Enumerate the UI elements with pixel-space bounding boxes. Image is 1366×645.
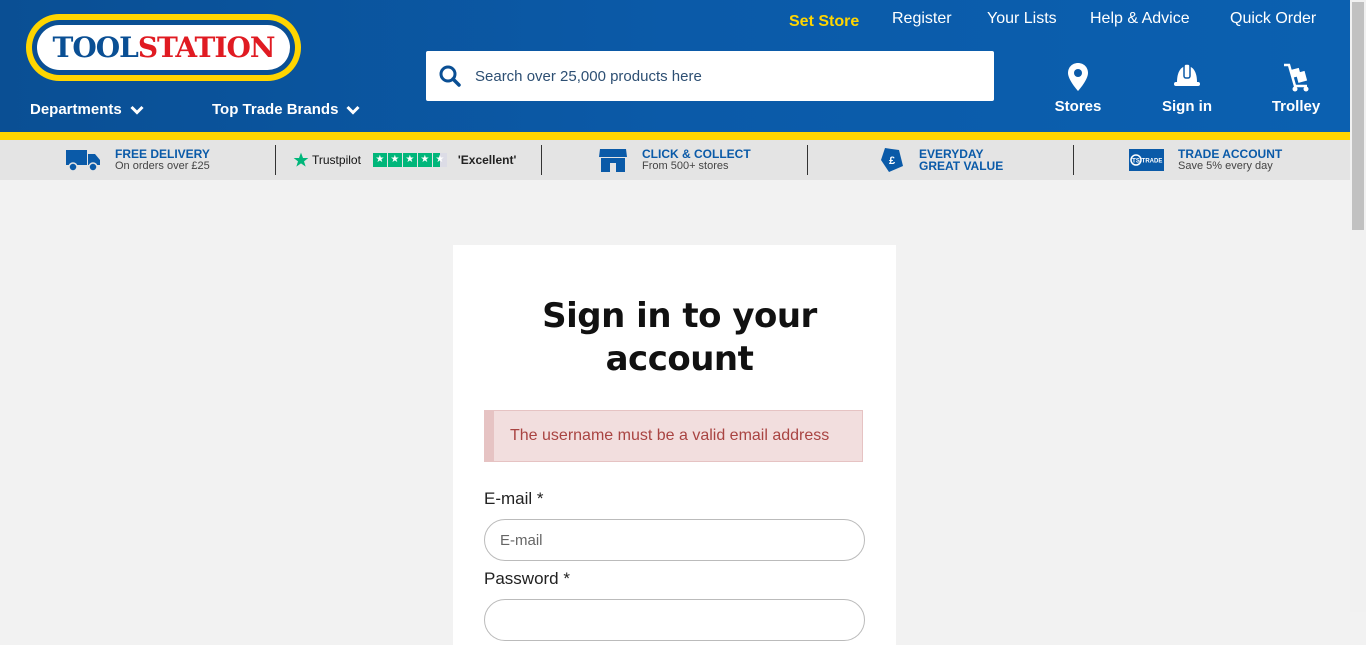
usp-click-collect-sub: From 500+ stores (642, 160, 729, 172)
password-field[interactable] (484, 599, 865, 641)
chevron-down-icon (130, 105, 144, 115)
usp-free-delivery-sub: On orders over £25 (115, 160, 210, 172)
usp-trade-account-title: TRADE ACCOUNT (1178, 147, 1283, 161)
trolley-label: Trolley (1271, 98, 1321, 115)
usp-free-delivery-text: FREE DELIVERY On orders over £25 (115, 148, 210, 172)
search-icon[interactable] (439, 65, 461, 87)
top-trade-brands-menu[interactable]: Top Trade Brands (212, 101, 360, 118)
page-title-line1: Sign in to your (542, 296, 817, 336)
departments-menu[interactable]: Departments (30, 101, 144, 118)
usp-divider (275, 145, 276, 175)
usp-free-delivery-title: FREE DELIVERY (115, 147, 210, 161)
header-accent-stripe (0, 132, 1350, 140)
trolley-button[interactable]: Trolley (1251, 62, 1341, 115)
help-advice-link[interactable]: Help & Advice (1090, 10, 1190, 28)
trustpilot-rating-stars: ★ ★ ★ ★ ★ (372, 153, 448, 167)
hard-hat-icon (1174, 63, 1200, 86)
search-bar[interactable] (426, 51, 994, 101)
half-star-icon: ★ (432, 153, 447, 167)
map-pin-icon (1068, 63, 1088, 91)
star-icon: ★ (417, 153, 432, 167)
usp-divider (807, 145, 808, 175)
page-scrollbar[interactable] (1350, 0, 1366, 612)
usp-free-delivery[interactable]: FREE DELIVERY On orders over £25 (66, 140, 210, 180)
quick-order-link[interactable]: Quick Order (1230, 10, 1316, 28)
svg-text:TRADE: TRADE (1142, 159, 1163, 165)
trade-badge-icon: TS TRADE (1129, 149, 1164, 171)
logo-text-station: STATION (137, 31, 276, 64)
usp-trustpilot[interactable]: Trustpilot ★ ★ ★ ★ ★ 'Excellent' (293, 140, 516, 180)
error-alert: The username must be a valid email addre… (484, 410, 863, 462)
top-trade-brands-label: Top Trade Brands (212, 101, 339, 118)
star-icon: ★ (387, 153, 402, 167)
site-header: TOOL STATION Set Store Register Your List… (0, 0, 1350, 132)
register-link[interactable]: Register (892, 10, 952, 28)
sign-in-label: Sign in (1162, 98, 1212, 115)
truck-icon (66, 150, 100, 172)
logo-text-tool: TOOL (52, 31, 139, 64)
usp-click-collect-text: CLICK & COLLECT From 500+ stores (642, 148, 751, 172)
set-store-link[interactable]: Set Store (789, 13, 859, 31)
sign-in-button[interactable]: Sign in (1142, 62, 1232, 115)
trustpilot-brand: Trustpilot (312, 153, 361, 167)
usp-trade-account-sub: Save 5% every day (1178, 160, 1273, 172)
stores-label: Stores (1054, 98, 1102, 115)
svg-text:TS: TS (1132, 159, 1140, 165)
usp-divider (541, 145, 542, 175)
usp-click-collect-title: CLICK & COLLECT (642, 147, 751, 161)
usp-everyday-value-line2: GREAT VALUE (919, 159, 1004, 173)
your-lists-link[interactable]: Your Lists (987, 10, 1057, 28)
search-input[interactable] (473, 66, 977, 86)
usp-bar: FREE DELIVERY On orders over £25 Trustpi… (0, 140, 1350, 180)
email-field[interactable] (484, 519, 865, 561)
price-tag-icon: £ (881, 148, 903, 172)
trolley-icon (1284, 63, 1309, 92)
error-message: The username must be a valid email addre… (510, 427, 830, 444)
email-label: E-mail * (484, 489, 544, 508)
usp-trade-account[interactable]: TS TRADE TRADE ACCOUNT Save 5% every day (1129, 140, 1282, 180)
usp-divider (1073, 145, 1074, 175)
usp-trade-account-text: TRADE ACCOUNT Save 5% every day (1178, 148, 1282, 172)
trustpilot-rating-text: 'Excellent' (457, 153, 517, 167)
storefront-icon (599, 149, 627, 172)
trustpilot-star-icon (293, 152, 309, 167)
stores-button[interactable]: Stores (1033, 62, 1123, 115)
page-title: Sign in to your account (453, 295, 906, 381)
departments-label: Departments (30, 101, 122, 118)
usp-everyday-value[interactable]: £ EVERYDAY GREAT VALUE (879, 140, 1003, 180)
sign-in-card: Sign in to your account The username mus… (453, 245, 896, 645)
top-navigation: Set Store Register Your Lists Help & Adv… (0, 10, 1350, 34)
usp-click-collect[interactable]: CLICK & COLLECT From 500+ stores (598, 140, 751, 180)
svg-text:£: £ (889, 155, 895, 167)
star-icon: ★ (372, 153, 387, 167)
page-title-line2: account (605, 339, 754, 379)
usp-everyday-value-text: EVERYDAY GREAT VALUE (919, 148, 1003, 172)
password-label: Password * (484, 569, 570, 588)
chevron-down-icon (346, 105, 360, 115)
scrollbar-thumb[interactable] (1352, 2, 1364, 230)
star-icon: ★ (402, 153, 417, 167)
